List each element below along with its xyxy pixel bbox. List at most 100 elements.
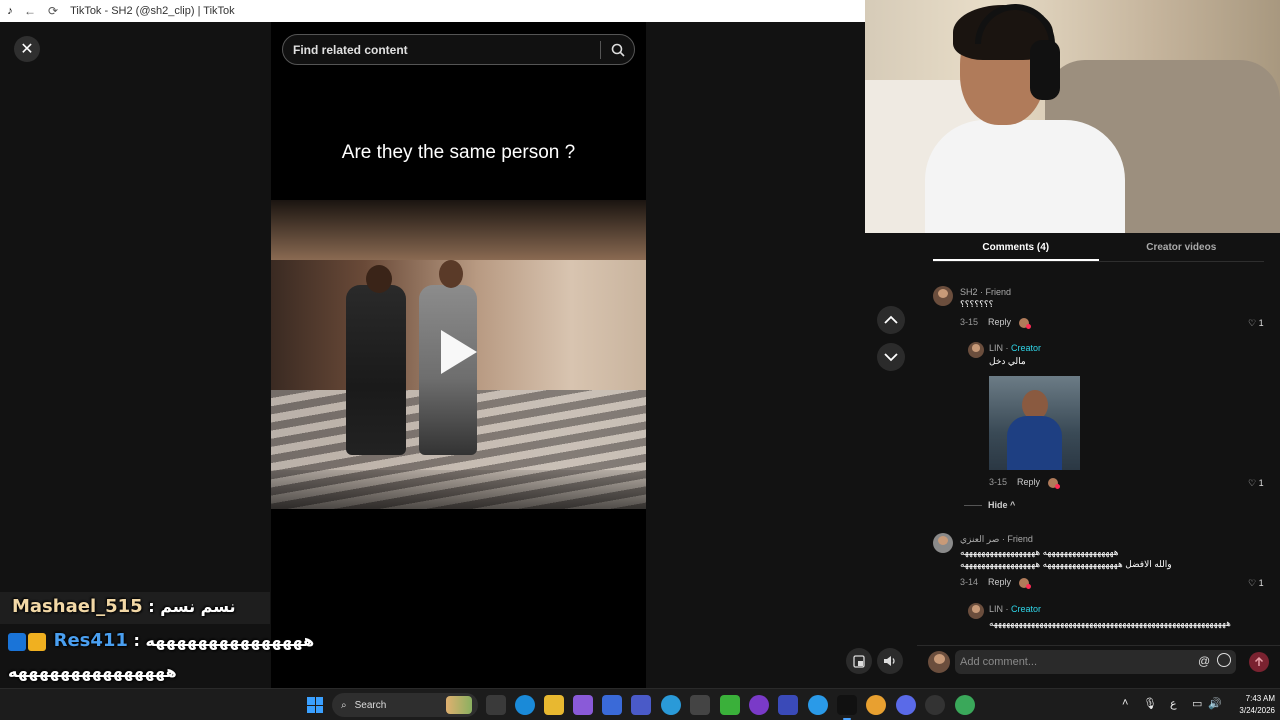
emoji-icon[interactable] xyxy=(1217,653,1231,667)
play-icon[interactable] xyxy=(441,330,477,374)
comment-author[interactable]: LIN · Creator xyxy=(989,343,1041,353)
file-explorer-icon[interactable] xyxy=(544,695,564,715)
search-button[interactable] xyxy=(601,34,634,65)
github-icon[interactable] xyxy=(925,695,945,715)
microphone-icon[interactable]: 🎙 xyxy=(1143,697,1157,710)
author-tag: Friend xyxy=(1007,534,1033,544)
start-button[interactable] xyxy=(307,697,323,713)
comment-list: SH2 · Friend ؟؟؟؟؟؟؟ 3-15 Reply ♡ 1 LIN ·… xyxy=(917,278,1280,636)
related-search-box[interactable]: Find related content xyxy=(282,34,635,65)
previous-video-button[interactable] xyxy=(877,306,905,334)
comment-meta: 3-15 Reply xyxy=(960,317,1032,329)
reload-button[interactable]: ⟳ xyxy=(48,4,58,18)
arrow-up-icon xyxy=(1254,657,1264,666)
comment-author[interactable]: LIN · Creator xyxy=(989,604,1041,614)
avatar[interactable] xyxy=(933,533,953,553)
author-name[interactable]: LIN xyxy=(989,343,1003,353)
chrome-profile-icon[interactable] xyxy=(955,695,975,715)
comment-input[interactable]: Add comment... xyxy=(955,650,1236,674)
post-comment-button[interactable] xyxy=(1249,652,1269,672)
taskbar-search-label: Search xyxy=(354,699,387,711)
headphone-earcup xyxy=(1030,40,1060,100)
author-name[interactable]: صر العنزي xyxy=(960,534,999,544)
hide-divider xyxy=(964,504,982,506)
twitch-icon[interactable] xyxy=(749,695,769,715)
author-tag: Friend xyxy=(985,287,1012,297)
task-view-icon[interactable] xyxy=(486,695,506,715)
webcam-overlay xyxy=(865,0,1280,233)
edge-icon[interactable] xyxy=(515,695,535,715)
panel-tabs: Comments (4) Creator videos xyxy=(933,233,1264,262)
tab-comments[interactable]: Comments (4) xyxy=(933,233,1099,261)
miniplayer-icon xyxy=(853,654,865,668)
like-number: 1 xyxy=(1258,578,1264,588)
input-language[interactable]: ع xyxy=(1170,697,1177,710)
tiktok-icon[interactable] xyxy=(837,695,857,720)
obs-icon[interactable] xyxy=(690,695,710,715)
comment-text: هههههههههههههههههههههههههههههههههههههههه… xyxy=(989,618,1231,628)
reply-button[interactable]: Reply xyxy=(1017,477,1040,487)
network-icon[interactable]: ▭ xyxy=(1192,697,1202,710)
speaker-icon[interactable]: 🔊 xyxy=(1208,697,1222,710)
reply-image[interactable] xyxy=(989,376,1080,470)
clock-date: 3/24/2026 xyxy=(1239,706,1275,715)
taskbar-clock[interactable]: 7:43 AM 3/24/2026 xyxy=(1223,693,1275,717)
chevron-up-icon[interactable]: ˄ xyxy=(1122,697,1128,709)
comment-author[interactable]: صر العنزي · Friend xyxy=(960,534,1033,545)
reply-button[interactable]: Reply xyxy=(988,577,1011,587)
vpn-icon[interactable] xyxy=(778,695,798,715)
minecraft-icon[interactable] xyxy=(720,695,740,715)
author-name[interactable]: LIN xyxy=(989,604,1003,614)
telegram-icon[interactable] xyxy=(808,695,828,715)
next-video-button[interactable] xyxy=(877,343,905,371)
like-count[interactable]: ♡ 1 xyxy=(1248,578,1264,589)
search-highlight-icon xyxy=(446,696,472,714)
discord-icon[interactable] xyxy=(896,695,916,715)
mention-icon[interactable]: @ xyxy=(1198,654,1210,668)
search-input[interactable]: Find related content xyxy=(283,43,600,57)
store-icon[interactable] xyxy=(602,695,622,715)
avatar[interactable] xyxy=(933,286,953,306)
comment-text: والله الافضل ههههههههههههههههههه ههههههه… xyxy=(960,559,1172,569)
comment-text: ؟؟؟؟؟؟؟ xyxy=(960,299,994,309)
tiktok-favicon-icon: ♪ xyxy=(7,5,13,17)
close-icon: ✕ xyxy=(20,41,34,58)
avatar[interactable] xyxy=(968,603,984,619)
chat-message: Mashael_515 : نسم نسم xyxy=(12,596,235,617)
miniplayer-button[interactable] xyxy=(846,648,872,674)
reply-button[interactable]: Reply xyxy=(988,317,1011,327)
comment-date: 3-14 xyxy=(960,577,979,587)
creator-liked-avatar xyxy=(1019,317,1032,329)
avatar[interactable] xyxy=(928,651,950,673)
like-number: 1 xyxy=(1258,318,1264,328)
like-count[interactable]: ♡ 1 xyxy=(1248,318,1264,329)
back-button[interactable]: ← xyxy=(24,4,36,18)
comment-date: 3-15 xyxy=(989,477,1008,487)
windows-logo-icon xyxy=(315,705,323,713)
volume-button[interactable] xyxy=(877,648,903,674)
media-player-icon[interactable] xyxy=(631,695,651,715)
search-icon xyxy=(611,43,625,57)
webcam-streamer-body xyxy=(925,120,1125,233)
like-count[interactable]: ♡ 1 xyxy=(1248,478,1264,489)
comment-author[interactable]: SH2 · Friend xyxy=(960,287,1011,297)
chat-text: : نسم نسم xyxy=(148,597,236,616)
hide-label[interactable]: Hide ^ xyxy=(988,500,1015,510)
moderator-badge-icon xyxy=(8,632,26,651)
chrome-icon[interactable] xyxy=(866,695,886,715)
video-scene-ceiling xyxy=(271,200,646,260)
hide-replies-button[interactable]: Hide ^ xyxy=(964,500,1015,510)
comment-text: مالي دخل xyxy=(989,356,1026,366)
comment-date: 3-15 xyxy=(960,317,979,327)
close-button[interactable]: ✕ xyxy=(14,36,40,62)
avatar[interactable] xyxy=(968,342,984,358)
copilot-icon[interactable] xyxy=(573,695,593,715)
tab-creator-videos[interactable]: Creator videos xyxy=(1099,233,1265,261)
taskbar-search[interactable]: ⌕ Search xyxy=(332,693,478,717)
browser-app-icon[interactable] xyxy=(661,695,681,715)
chat-message: Res411 : هههههههههههههههه xyxy=(8,630,314,651)
volume-icon xyxy=(884,656,895,666)
author-name[interactable]: SH2 xyxy=(960,287,978,297)
comments-panel: Comments (4) Creator videos SH2 · Friend… xyxy=(917,233,1280,688)
video-player[interactable] xyxy=(271,200,646,509)
